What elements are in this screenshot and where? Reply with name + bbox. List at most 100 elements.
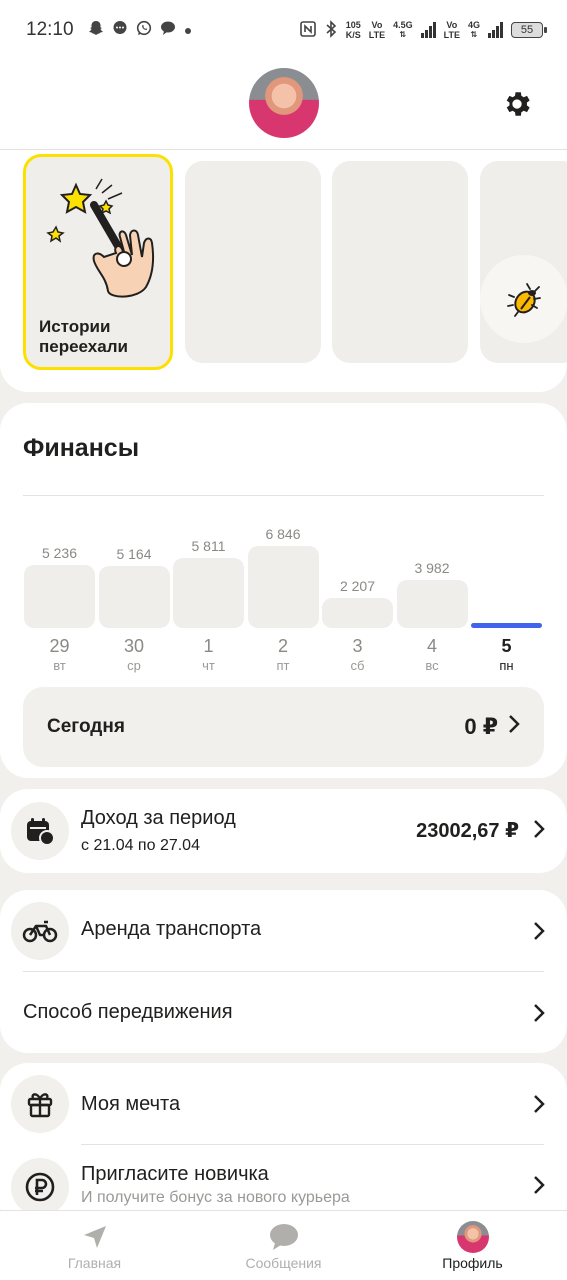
status-bar: 12:10 105 K/S Vo LTE 4.5G ⇅ Vo LTE 4G ⇅ … (0, 0, 567, 60)
income-amount: 23002,67 ₽ (416, 820, 519, 842)
user-avatar[interactable] (249, 68, 319, 138)
income-card[interactable]: Доход за период с 21.04 по 27.04 23002,6… (0, 789, 567, 873)
bar-weekday-label: пн (499, 658, 514, 673)
bar-weekday-label: ср (127, 658, 141, 673)
bicycle-icon (11, 902, 69, 960)
tab-label: Сообщения (245, 1255, 322, 1271)
chevron-right-icon (533, 1003, 545, 1029)
nfc-icon (299, 20, 316, 40)
bar-day-label: 1 (203, 636, 214, 656)
dot-icon (184, 22, 192, 39)
bug-report-button[interactable] (480, 255, 567, 343)
stories-strip: Истории переехали (0, 150, 567, 392)
clock: 12:10 (26, 19, 74, 40)
transport-card: Аренда транспорта Способ передвижения (0, 890, 567, 1053)
transport-rent-label[interactable]: Аренда транспорта (81, 918, 261, 941)
net-speed: 105 K/S (346, 20, 361, 40)
net-type-2-label: 4G (467, 20, 480, 30)
volte-2-top: Vo (446, 20, 458, 30)
battery-level: 55 (520, 23, 534, 36)
invite-newcomer-subtitle: И получите бонус за нового курьера (81, 1189, 350, 1206)
chart-bar[interactable] (173, 558, 244, 628)
story-card-main[interactable]: Истории переехали (23, 154, 173, 370)
today-amount: 0 ₽ (464, 714, 498, 739)
chevron-right-icon (533, 921, 545, 947)
today-earnings-row[interactable]: Сегодня 0 ₽ (23, 687, 544, 767)
chat-bubble-icon (269, 1221, 299, 1253)
snapchat-icon (88, 20, 104, 40)
chevron-right-icon (508, 714, 520, 740)
income-title: Доход за период (81, 807, 236, 829)
bar-day-label: 3 (352, 636, 363, 656)
bar-value-label: 3 982 (414, 560, 450, 576)
bar-value-label: 2 207 (339, 578, 376, 594)
tab-label: Профиль (442, 1255, 503, 1271)
story-card-placeholder[interactable] (185, 161, 321, 363)
finance-card: Финансы 5 236 29 вт 5 164 30 ср 5 811 1 чт 6 846 2… (0, 403, 567, 778)
net-speed-unit: K/S (345, 30, 361, 40)
tab-label: Главная (67, 1255, 122, 1271)
chart-bar[interactable] (24, 565, 95, 628)
chart-bar[interactable] (247, 546, 319, 628)
messenger-icon (112, 20, 128, 40)
bar-day-label: 4 (426, 636, 437, 656)
tab-messages[interactable]: Сообщения (189, 1211, 378, 1280)
bar-weekday-label: пт (276, 658, 290, 673)
bar-weekday-label: сб (350, 658, 365, 673)
chart-bar[interactable] (396, 580, 468, 628)
whatsapp-icon (136, 20, 152, 40)
net-type-2: 4G ⇅ (468, 20, 480, 40)
data-arrows-icon: ⇅ (399, 30, 407, 39)
chart-bar[interactable] (98, 566, 170, 628)
profile-header (0, 60, 567, 150)
volte-2-bottom: LTE (443, 30, 460, 40)
bar-value-label: 5 811 (191, 538, 226, 554)
income-period: с 21.04 по 27.04 (81, 837, 200, 854)
bar-weekday-label: вт (53, 658, 66, 673)
divider (23, 971, 544, 972)
chart-bar[interactable] (471, 623, 542, 628)
bar-value-label: 6 846 (265, 526, 301, 542)
magic-wand-hand-icon (46, 175, 156, 310)
gear-icon[interactable] (501, 88, 533, 120)
bar-weekday-label: чт (202, 658, 215, 673)
bug-icon (507, 283, 541, 317)
chevron-right-icon (533, 1175, 545, 1201)
chart-bar[interactable] (322, 598, 393, 628)
bar-weekday-label: вс (425, 658, 439, 673)
divider (23, 495, 544, 496)
today-label: Сегодня (47, 716, 125, 737)
bar-day-label: 5 (501, 636, 512, 656)
volte-1-top: Vo (371, 20, 383, 30)
net-type-1: 4.5G ⇅ (393, 20, 413, 40)
bar-value-label: 5 164 (116, 546, 152, 562)
ruble-icon (11, 1158, 69, 1216)
data-arrows-icon: ⇅ (470, 30, 478, 39)
calendar-money-icon (11, 802, 69, 860)
signal-1-icon (420, 22, 436, 38)
volte-1: Vo LTE (369, 20, 385, 40)
bar-value-label: 5 236 (41, 545, 78, 561)
tab-profile[interactable]: Профиль (378, 1211, 567, 1280)
bar-day-label: 2 (277, 636, 288, 656)
my-dream-label[interactable]: Моя мечта (81, 1093, 180, 1116)
bar-day-label: 29 (49, 636, 70, 656)
story-title: Истории переехали (39, 317, 128, 356)
volte-1-bottom: LTE (368, 30, 386, 40)
story-card-placeholder[interactable] (332, 161, 468, 363)
bar-day-label: 30 (123, 636, 145, 656)
net-type-1-label: 4.5G (393, 20, 413, 30)
finance-title: Финансы (23, 434, 140, 462)
net-speed-value: 105 (345, 20, 361, 30)
chevron-right-icon (533, 819, 545, 845)
signal-2-icon (488, 22, 503, 38)
extras-card: Моя мечта Пригласите новичка И получите … (0, 1063, 567, 1233)
movement-method-label[interactable]: Способ передвижения (23, 1001, 233, 1024)
navigation-arrow-icon (82, 1221, 108, 1253)
divider (81, 1144, 544, 1145)
bluetooth-icon (324, 19, 338, 41)
invite-newcomer-label[interactable]: Пригласите новичка (81, 1163, 269, 1186)
battery-icon: 55 (511, 22, 547, 38)
chevron-right-icon (533, 1094, 545, 1120)
tab-home[interactable]: Главная (0, 1211, 189, 1280)
